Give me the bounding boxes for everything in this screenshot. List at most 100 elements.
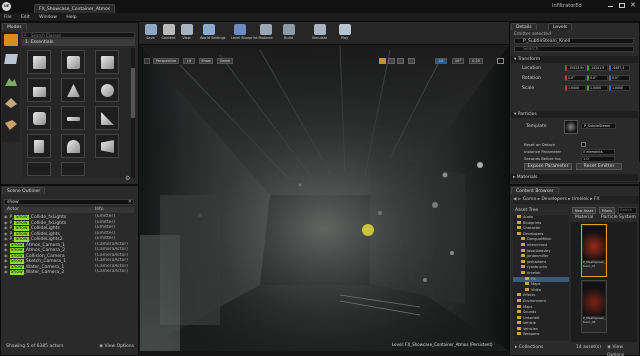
perspective-button[interactable]: Perspective [153, 58, 179, 64]
tab-scene-outliner[interactable]: Scene Outliner [2, 187, 46, 194]
scale-x-field[interactable]: 1.0000 [565, 85, 586, 91]
actor-name-field[interactable]: P_SubtleSteam_Knell [514, 38, 634, 44]
path-fx[interactable]: FX [594, 197, 600, 202]
translate-tool-icon[interactable] [379, 58, 386, 64]
rotation-y-field[interactable]: 0.0° [587, 75, 608, 81]
visibility-eye-icon[interactable]: ◉ [4, 242, 8, 247]
asset-tile[interactable]: P_MeshSplash_Dem_07 [581, 224, 607, 277]
maximize-icon[interactable] [619, 3, 625, 8]
menu-help[interactable]: Help [62, 13, 80, 22]
col-actor[interactable]: Actor [7, 207, 19, 213]
scale-tool-icon[interactable] [397, 58, 404, 64]
tab-content-browser[interactable]: Content Browser [511, 187, 559, 194]
location-x-field[interactable]: -15023.9c [565, 65, 586, 71]
paint-mode-icon[interactable] [4, 54, 18, 64]
reset-emitter-button[interactable]: Reset Emitter [576, 163, 622, 170]
asset-thumb[interactable] [27, 134, 51, 158]
lit-button[interactable]: Lit [183, 58, 195, 64]
class-search-input[interactable]: ⌕ Search Classes [22, 32, 135, 38]
simulate-button[interactable]: Simulate [311, 23, 328, 44]
menu-window[interactable]: Window [35, 13, 61, 22]
materials-header[interactable]: ▸ Materials [510, 174, 638, 181]
rotation-x-field[interactable]: 0.0° [565, 75, 586, 81]
landscape-mode-icon[interactable] [5, 78, 17, 86]
tab-details[interactable]: Details [511, 23, 537, 30]
game-button[interactable]: Game [217, 58, 233, 64]
outliner-search-input[interactable]: show ✕ [4, 199, 134, 205]
filters-button[interactable]: Filters [599, 207, 615, 214]
visibility-eye-icon[interactable]: ◉ [4, 220, 8, 225]
reset-on-detach-checkbox[interactable] [581, 142, 586, 147]
forward-icon[interactable]: ▶ [518, 197, 521, 202]
visibility-eye-icon[interactable]: ◉ [4, 269, 8, 274]
asset-search-input[interactable]: Search [618, 207, 637, 214]
save-button[interactable]: Save [142, 23, 159, 44]
settings-gear-icon[interactable]: ⚙ [125, 175, 130, 182]
asset-thumb[interactable] [61, 134, 85, 158]
category-header[interactable]: 1. Essentials [22, 39, 135, 46]
visibility-eye-icon[interactable]: ◉ [4, 247, 8, 252]
asset-thumb[interactable] [95, 134, 119, 158]
asset-thumb[interactable] [61, 50, 85, 74]
play-button[interactable]: Play [336, 23, 353, 44]
asset-thumb[interactable] [95, 106, 119, 130]
asset-thumb[interactable] [27, 162, 51, 176]
template-thumbnail[interactable] [564, 120, 578, 134]
visibility-eye-icon[interactable]: ◉ [4, 225, 8, 230]
viewport-options-button[interactable] [144, 58, 150, 64]
particles-header[interactable]: ▾ Particles [511, 111, 638, 118]
visibility-eye-icon[interactable]: ◉ [4, 231, 8, 236]
path-timelek[interactable]: timelek [572, 197, 589, 202]
view-options-button[interactable]: ◉ View Options [99, 343, 134, 350]
expose-parameter-button[interactable]: Expose Parameter [524, 163, 572, 170]
path-developers[interactable]: Developers [541, 197, 567, 202]
clear-search-icon[interactable]: ✕ [128, 199, 132, 205]
location-y-field[interactable]: -14541.9 [587, 65, 608, 71]
folder-item[interactable]: Weapons [513, 332, 569, 338]
geometry-mode-icon[interactable] [5, 120, 17, 130]
details-search-input[interactable]: Search [514, 46, 634, 52]
asset-thumb[interactable] [95, 50, 119, 74]
view-button[interactable]: View [178, 23, 195, 44]
maximize-viewport-icon[interactable] [497, 58, 504, 64]
property-value-field[interactable]: 0 elements [581, 149, 615, 155]
scale-snap-value[interactable]: 0.25 [469, 58, 483, 64]
document-tab[interactable]: FX_Showcase_Container_Atmos [34, 4, 116, 13]
rotation-snap-value[interactable]: 10° [452, 58, 464, 64]
cb-view-options-button[interactable]: ◉ View Options [607, 344, 639, 356]
rotate-tool-icon[interactable] [388, 58, 395, 64]
show-button[interactable]: Show [199, 58, 213, 64]
table-row[interactable]: ◉ Show_Water_Camera_2 (CameraActor) [4, 269, 134, 275]
tab-levels[interactable]: Levels [548, 23, 573, 30]
world-settings-button[interactable]: World Settings [200, 23, 226, 44]
foliage-mode-icon[interactable] [5, 98, 17, 108]
scale-y-field[interactable]: 1.0000 [587, 85, 608, 91]
asset-thumb[interactable] [27, 50, 51, 74]
matinee-button[interactable]: Matinee [257, 23, 274, 44]
rotation-z-field[interactable]: 0.0° [609, 75, 630, 81]
back-icon[interactable]: ◀ [513, 197, 516, 202]
visibility-eye-icon[interactable]: ◉ [4, 264, 8, 269]
minimize-icon[interactable] [608, 6, 613, 7]
place-mode-icon[interactable] [4, 34, 18, 46]
asset-thumb[interactable] [61, 78, 85, 102]
scale-z-field[interactable]: 1.0000 [609, 85, 630, 91]
close-icon[interactable]: ✕ [630, 1, 636, 9]
asset-tile[interactable]: P_MeshSplash_Dem_08 [581, 280, 607, 333]
property-value-field[interactable]: 1.0 [581, 156, 615, 162]
visibility-eye-icon[interactable]: ◉ [4, 236, 8, 241]
asset-thumb[interactable] [27, 78, 51, 102]
world-space-icon[interactable] [408, 58, 415, 64]
asset-thumb[interactable] [61, 106, 85, 130]
asset-thumb[interactable] [27, 106, 51, 130]
modes-scrollbar[interactable] [131, 48, 135, 178]
content-button[interactable]: Content [160, 23, 177, 44]
asset-thumb[interactable] [61, 162, 85, 176]
collections-toggle[interactable]: ▸ Collections [515, 344, 543, 352]
scroll-thumb[interactable] [131, 68, 135, 118]
location-z-field[interactable]: -4487.4 [609, 65, 630, 71]
menu-file[interactable]: File [0, 13, 16, 22]
asset-thumb[interactable] [95, 78, 119, 102]
grid-snap-value[interactable]: 10 [435, 58, 447, 64]
tab-modes[interactable]: Modes [2, 23, 27, 30]
